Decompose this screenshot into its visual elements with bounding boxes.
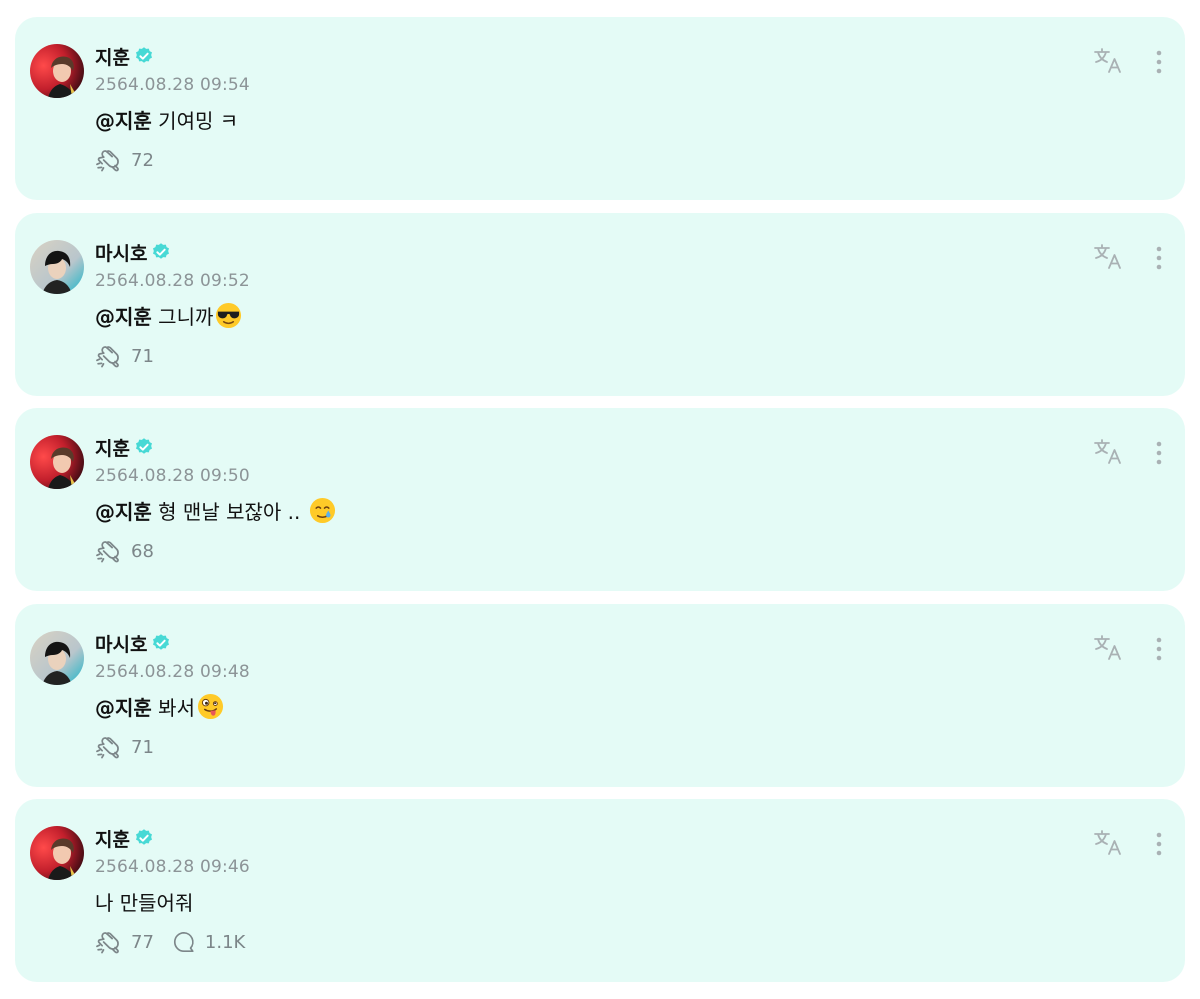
like-button[interactable]: 71: [95, 344, 154, 369]
avatar[interactable]: [30, 631, 84, 685]
timestamp: 2564.08.28 09:52: [95, 271, 250, 291]
translate-icon[interactable]: [1093, 829, 1125, 857]
comment-body: 형 맨날 보잖아 ..: [151, 500, 307, 524]
translate-icon[interactable]: [1093, 243, 1125, 271]
mention-link[interactable]: @지훈: [95, 301, 152, 330]
author-name[interactable]: 마시호: [95, 630, 147, 657]
comment-text: @지훈 기여밍 ㅋ: [95, 105, 238, 134]
author-name[interactable]: 지훈: [95, 434, 130, 461]
comment-body: 나 만들어줘: [95, 891, 194, 915]
like-button[interactable]: 68: [95, 539, 154, 564]
more-vertical-icon[interactable]: [1147, 245, 1171, 271]
comment-card: 지훈 2564.08.28 09:54 @지훈 기여밍 ㅋ 72: [15, 17, 1185, 200]
like-count: 71: [131, 345, 154, 367]
comment-feed: 지훈 2564.08.28 09:54 @지훈 기여밍 ㅋ 72 마시호 256…: [0, 0, 1200, 999]
comment-card: 지훈 2564.08.28 09:46 나 만들어줘 77 1.1K: [15, 799, 1185, 982]
like-count: 71: [131, 736, 154, 758]
author-row: 지훈: [95, 43, 154, 69]
like-button[interactable]: 71: [95, 735, 154, 760]
zany-face-emoji-icon: [197, 693, 224, 720]
mention-link[interactable]: @지훈: [95, 496, 152, 525]
reply-button[interactable]: 1.1K: [172, 930, 245, 954]
avatar[interactable]: [30, 44, 84, 98]
avatar[interactable]: [30, 826, 84, 880]
translate-icon[interactable]: [1093, 438, 1125, 466]
comment-stats: 72: [95, 147, 172, 173]
timestamp: 2564.08.28 09:54: [95, 75, 250, 95]
comment-card: 마시호 2564.08.28 09:48 @지훈 봐서 71: [15, 604, 1185, 787]
comment-stats: 77 1.1K: [95, 929, 263, 955]
comment-body: 그니까: [151, 305, 214, 329]
translate-icon[interactable]: [1093, 634, 1125, 662]
author-row: 지훈: [95, 825, 154, 851]
mention-link[interactable]: @지훈: [95, 105, 152, 134]
sunglasses-emoji-icon: [215, 302, 242, 329]
comment-card: 마시호 2564.08.28 09:52 @지훈 그니까 71: [15, 213, 1185, 396]
author-row: 지훈: [95, 434, 154, 460]
like-button[interactable]: 77: [95, 930, 154, 955]
comment-card: 지훈 2564.08.28 09:50 @지훈 형 맨날 보잖아 .. 68: [15, 408, 1185, 591]
verified-badge-icon: [151, 242, 171, 262]
mention-link[interactable]: @지훈: [95, 692, 152, 721]
author-name[interactable]: 마시호: [95, 239, 147, 266]
verified-badge-icon: [151, 633, 171, 653]
timestamp: 2564.08.28 09:48: [95, 662, 250, 682]
timestamp: 2564.08.28 09:50: [95, 466, 250, 486]
comment-text: @지훈 그니까: [95, 301, 242, 330]
reply-count: 1.1K: [204, 931, 246, 953]
translate-icon[interactable]: [1093, 47, 1125, 75]
more-vertical-icon[interactable]: [1147, 831, 1171, 857]
author-name[interactable]: 지훈: [95, 825, 130, 852]
comment-text: 나 만들어줘: [95, 887, 193, 916]
comment-body: 기여밍 ㅋ: [151, 109, 239, 133]
comment-stats: 68: [95, 538, 172, 564]
author-name[interactable]: 지훈: [95, 43, 130, 70]
timestamp: 2564.08.28 09:46: [95, 857, 250, 877]
verified-badge-icon: [134, 437, 154, 457]
more-vertical-icon[interactable]: [1147, 49, 1171, 75]
comment-stats: 71: [95, 343, 172, 369]
verified-badge-icon: [134, 828, 154, 848]
like-button[interactable]: 72: [95, 148, 154, 173]
comment-body: 봐서: [151, 696, 195, 720]
verified-badge-icon: [134, 46, 154, 66]
tear-smile-emoji-icon: [309, 497, 336, 524]
like-count: 77: [131, 931, 154, 953]
more-vertical-icon[interactable]: [1147, 440, 1171, 466]
avatar[interactable]: [30, 435, 84, 489]
comment-text: @지훈 봐서: [95, 692, 224, 721]
more-vertical-icon[interactable]: [1147, 636, 1171, 662]
comment-stats: 71: [95, 734, 172, 760]
comment-text: @지훈 형 맨날 보잖아 ..: [95, 496, 336, 525]
avatar[interactable]: [30, 240, 84, 294]
like-count: 68: [131, 540, 154, 562]
author-row: 마시호: [95, 630, 171, 656]
author-row: 마시호: [95, 239, 171, 265]
like-count: 72: [131, 149, 154, 171]
